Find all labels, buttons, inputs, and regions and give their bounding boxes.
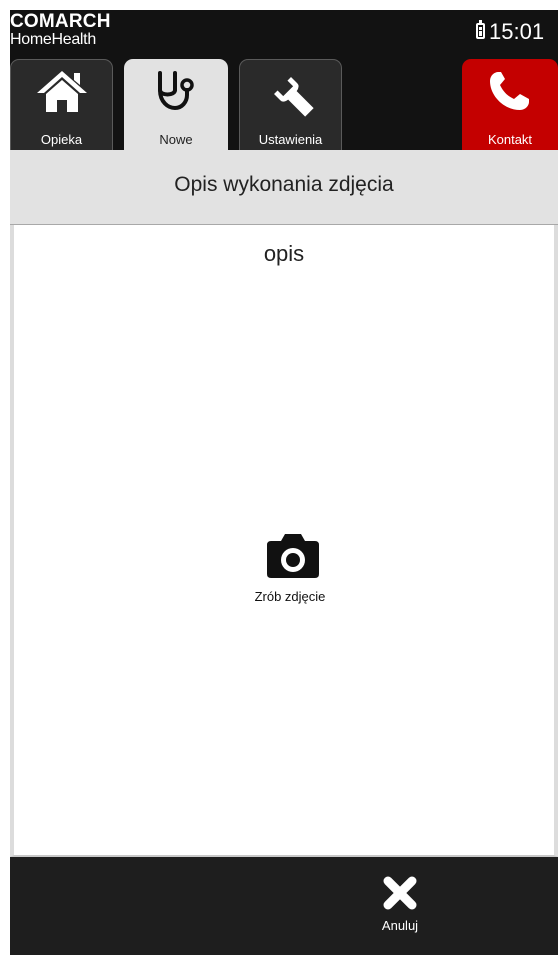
- clock: 15:01: [489, 19, 545, 44]
- tab-nowe[interactable]: Nowe: [124, 59, 228, 150]
- phone-icon: [490, 72, 529, 110]
- battery-icon: [476, 20, 485, 39]
- home-icon: [36, 71, 87, 112]
- take-photo-label: Zrób zdjęcie: [254, 589, 326, 604]
- brand-logo-bottom: HomeHealth: [10, 31, 96, 48]
- bottom-bar: Anuluj: [10, 857, 558, 955]
- cancel-button[interactable]: Anuluj: [365, 873, 435, 943]
- brand-logo-top: COMARCH: [10, 11, 111, 32]
- cancel-label: Anuluj: [381, 918, 419, 933]
- tab-kontakt[interactable]: Kontakt: [462, 59, 558, 150]
- close-icon: [383, 876, 417, 910]
- tab-label: Opieka: [40, 132, 83, 147]
- tab-label: Nowe: [159, 132, 193, 147]
- app-screen: COMARCH HomeHealth 15:01 Opieka Nowe Ust…: [10, 10, 558, 955]
- tab-label: Ustawienia: [258, 132, 323, 147]
- tab-ustawienia[interactable]: Ustawienia: [239, 59, 342, 150]
- tab-opieka[interactable]: Opieka: [10, 59, 113, 150]
- tab-bar: Opieka Nowe Ustawienia Kontakt: [10, 52, 558, 150]
- status-bar: COMARCH HomeHealth 15:01: [10, 10, 558, 52]
- wrench-icon: [273, 77, 314, 117]
- camera-icon: [267, 534, 319, 578]
- page-header: Opis wykonania zdjęcia: [10, 150, 558, 225]
- page-title: Opis wykonania zdjęcia: [174, 173, 394, 196]
- main-content: opis Zrób zdjęcie: [10, 225, 558, 857]
- take-photo-button[interactable]: Zrób zdjęcie: [246, 530, 334, 612]
- description-text: opis: [263, 241, 305, 266]
- stethoscope-icon: [158, 71, 194, 111]
- tab-label: Kontakt: [487, 132, 533, 147]
